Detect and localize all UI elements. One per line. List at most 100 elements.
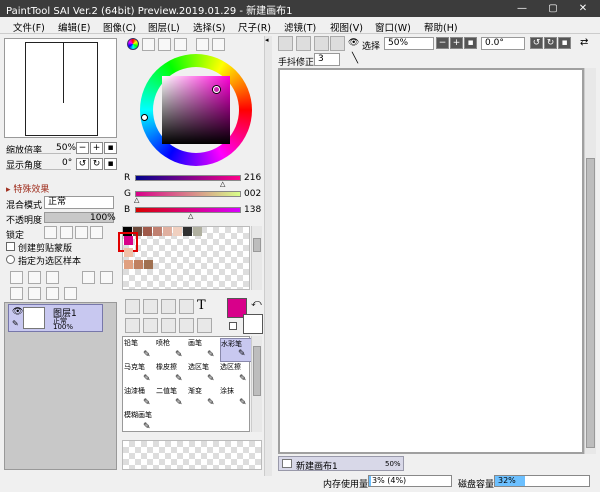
zoom-in-button[interactable]: + [90, 142, 103, 154]
effects-section-header[interactable]: ▸ 特殊效果 [6, 182, 49, 195]
color-swatch[interactable] [193, 227, 202, 236]
swap-colors-icon[interactable]: ⤺ [251, 298, 262, 309]
panel-divider[interactable]: ◂ [264, 36, 272, 476]
new-vector-layer-icon[interactable] [28, 271, 41, 284]
swatches-tab-icon[interactable] [196, 38, 209, 51]
color-swatch[interactable] [183, 227, 192, 236]
zoom-out-button[interactable]: − [76, 142, 89, 154]
menu-image[interactable]: 图像(C) [103, 20, 136, 34]
rgb-slider-tab-icon[interactable] [142, 38, 155, 51]
clear-layer-icon[interactable] [46, 287, 59, 300]
swatch-scroll-thumb[interactable] [253, 238, 261, 252]
transparent-color-icon[interactable] [229, 322, 237, 330]
toolbar-zoom-reset[interactable]: ▪ [464, 37, 477, 49]
delete-layer-icon[interactable] [64, 287, 77, 300]
canvas-vscrollbar[interactable] [584, 68, 596, 454]
brush-scrollbar[interactable] [251, 336, 262, 432]
rotate-left-button[interactable]: ↺ [76, 158, 89, 170]
brush-airbrush[interactable]: 喷枪 ✎ [156, 338, 188, 362]
color-swatch[interactable] [153, 227, 162, 236]
stabilizer-select[interactable]: 3 [314, 53, 340, 66]
brush-marker[interactable]: 马克笔 ✎ [124, 362, 156, 386]
view-eye-icon[interactable]: 👁 [348, 38, 359, 48]
user-color-swatch[interactable] [124, 248, 133, 257]
b-value[interactable]: 138 [244, 205, 261, 215]
menu-layer[interactable]: 图层(L) [148, 20, 180, 34]
clipping-mask-checkbox[interactable] [6, 242, 15, 251]
sv-picker-handle[interactable] [213, 86, 220, 93]
toolbar-zoom-in[interactable]: + [450, 37, 463, 49]
brush-binary[interactable]: 二值笔 ✎ [156, 386, 188, 410]
toolbar-rotate-reset[interactable]: ▪ [558, 37, 571, 49]
lock-paint-icon[interactable] [60, 226, 73, 239]
brush-watercolor[interactable]: 水彩笔 ✎ [220, 338, 252, 362]
color-mixer-tab-icon[interactable] [174, 38, 187, 51]
rotation-dropdown[interactable]: 0.0° [481, 37, 525, 50]
background-color[interactable] [243, 314, 263, 334]
brush-blur[interactable]: 涂抹 ✎ [220, 386, 252, 410]
color-swatch[interactable] [143, 227, 152, 236]
zoom-tool[interactable] [143, 318, 158, 333]
user-color-swatch[interactable] [124, 236, 133, 245]
hsv-slider-tab-icon[interactable] [158, 38, 171, 51]
rect-select-tool[interactable] [125, 299, 140, 314]
menu-ruler[interactable]: 尺子(R) [238, 20, 271, 34]
brush-selpen[interactable]: 选区笔 ✎ [188, 362, 220, 386]
user-color-swatch[interactable] [144, 260, 153, 269]
eyedropper-tool[interactable] [197, 318, 212, 333]
color-swatch[interactable] [173, 227, 182, 236]
toolbar-rotate-left[interactable]: ↺ [530, 37, 543, 49]
toolbar-button-2[interactable] [296, 36, 311, 51]
user-color-swatch[interactable] [134, 260, 143, 269]
new-folder-icon[interactable] [46, 271, 59, 284]
menu-filter[interactable]: 滤镜(T) [284, 20, 316, 34]
transfer-down-icon[interactable] [10, 287, 23, 300]
g-slider[interactable] [135, 191, 241, 197]
apply-mask-icon[interactable] [100, 271, 113, 284]
brush-selerase[interactable]: 选区擦 ✎ [220, 362, 252, 386]
magic-wand-tool[interactable] [161, 299, 176, 314]
layer-mask-icon[interactable] [82, 271, 95, 284]
canvas-paper[interactable] [280, 70, 582, 452]
lock-all-icon[interactable] [90, 226, 103, 239]
hand-tool[interactable] [179, 318, 194, 333]
text-tool-icon[interactable]: T [197, 298, 206, 313]
toolbar-zoom-out[interactable]: − [436, 37, 449, 49]
straight-line-icon[interactable]: ╲ [352, 53, 358, 64]
blend-mode-select[interactable]: 正常 [44, 196, 114, 209]
hue-picker-handle[interactable] [141, 114, 148, 121]
brush-brush[interactable]: 画笔 ✎ [188, 338, 220, 362]
minimize-button[interactable]: — [507, 0, 537, 17]
flip-icon[interactable]: ⇄ [580, 37, 588, 48]
eye-icon[interactable]: 👁 [12, 307, 23, 317]
close-button[interactable]: ✕ [568, 0, 598, 17]
menu-select[interactable]: 选择(S) [193, 20, 225, 34]
g-handle[interactable]: △ [134, 196, 139, 204]
toolbar-rotate-right[interactable]: ↻ [544, 37, 557, 49]
rotate-tool[interactable] [161, 318, 176, 333]
brush-bucket[interactable]: 油漆桶 ✎ [124, 386, 156, 410]
lock-transparency-icon[interactable] [44, 226, 57, 239]
angle-slider[interactable] [6, 169, 71, 170]
canvas-vscroll-thumb[interactable] [586, 158, 595, 448]
zoom-dropdown[interactable]: 50% [384, 37, 434, 50]
g-value[interactable]: 002 [244, 189, 261, 199]
selection-sample-radio[interactable] [6, 255, 15, 264]
swatch-scrollbar[interactable] [251, 226, 262, 290]
layer-row[interactable]: 👁 ✎ 图层1 正常 100% [8, 304, 103, 332]
brush-pencil[interactable]: 铅笔 ✎ [124, 338, 156, 362]
menu-help[interactable]: 帮助(H) [424, 20, 458, 34]
saturation-value-square[interactable] [162, 76, 230, 144]
lasso-tool[interactable] [143, 299, 158, 314]
menu-file[interactable]: 文件(F) [13, 20, 45, 34]
r-value[interactable]: 216 [244, 173, 261, 183]
shape-tool[interactable] [179, 299, 194, 314]
scratchpad-tab-icon[interactable] [212, 38, 225, 51]
zoom-reset-button[interactable]: ▪ [104, 142, 117, 154]
b-handle[interactable]: △ [188, 212, 193, 220]
user-color-swatch[interactable] [124, 260, 133, 269]
toolbar-button-4[interactable] [330, 36, 345, 51]
brush-scroll-thumb[interactable] [253, 346, 261, 396]
canvas-tab[interactable]: 新建画布1 50% [278, 456, 404, 472]
move-tool[interactable] [125, 318, 140, 333]
